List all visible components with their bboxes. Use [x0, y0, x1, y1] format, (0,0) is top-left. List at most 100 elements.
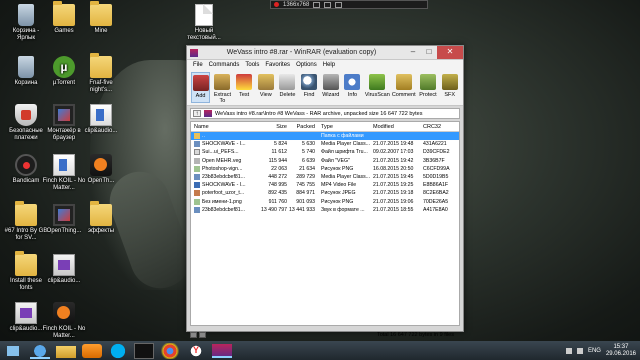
- column-type[interactable]: Type: [315, 122, 371, 131]
- file-packed-cell: [287, 132, 315, 140]
- camera-icon[interactable]: [335, 1, 343, 8]
- add-label: Add: [195, 93, 206, 99]
- wizard-button[interactable]: Wizard: [321, 72, 340, 103]
- sfx-button[interactable]: SFX: [440, 72, 459, 103]
- desktop-shortcut[interactable]: эффекты: [79, 201, 123, 235]
- desktop-shortcut[interactable]: OpenTh...: [79, 154, 123, 185]
- file-packed-cell: 745 755: [296, 182, 315, 189]
- clock[interactable]: 15:37 29.06.2016: [606, 344, 636, 358]
- file-name-cell: Open MEHR.veg: [191, 157, 261, 165]
- file-packed-cell: 6 639: [302, 157, 315, 164]
- file-row[interactable]: Sui...ui_PEFS... 11 612 5 740 Файл шрифта T…: [191, 148, 459, 156]
- comment-button[interactable]: Comment: [392, 72, 416, 103]
- start-icon[interactable]: [4, 343, 24, 359]
- skype-icon[interactable]: [108, 342, 128, 359]
- menu-favorites[interactable]: Favorites: [265, 60, 290, 70]
- file-type-cell: Media Player Class...: [321, 141, 371, 148]
- file-type-cell: MP4 Video File: [321, 182, 357, 189]
- file-row[interactable]: SHOCKWAVE - I... 748 995 745 755 MP4 Video …: [191, 181, 459, 189]
- network-icon[interactable]: [565, 347, 572, 354]
- file-explorer-icon[interactable]: [56, 345, 76, 358]
- view-button[interactable]: View: [256, 72, 275, 103]
- file-crc-cell: D39CFDE2: [423, 149, 450, 156]
- path-bar[interactable]: ↑ WeVass intro #8.rar\Intro #8 WeVass - …: [190, 108, 460, 119]
- test-icon: [236, 74, 253, 90]
- file-list[interactable]: Name Size Packed Type Modified CRC32 .. П…: [190, 121, 460, 326]
- desktop-shortcut[interactable]: clip&audio...: [79, 104, 123, 135]
- bandicam-icon[interactable]: [134, 342, 154, 359]
- column-size[interactable]: Size: [261, 122, 287, 131]
- minimize-button[interactable]: –: [405, 46, 421, 59]
- pause-icon[interactable]: [313, 1, 321, 8]
- file-type-cell: Папка с файлами: [321, 133, 364, 139]
- file-row[interactable]: Photoshop-vign... 22 063 21 634 Рисунок PNG…: [191, 165, 459, 173]
- file-row[interactable]: poterfoot_uzor_t... 892 435 884 971 Рисунок…: [191, 189, 459, 197]
- stop-icon[interactable]: [324, 1, 332, 8]
- drive-icon[interactable]: [190, 332, 197, 338]
- file-row[interactable]: Open MEHR.veg 115 944 6 639 Файл "VEG" 21.07…: [191, 157, 459, 165]
- add-button[interactable]: Add: [191, 72, 211, 103]
- menu-tools[interactable]: Tools: [245, 60, 259, 70]
- up-folder-icon[interactable]: ↑: [193, 110, 201, 117]
- chrome-icon[interactable]: [160, 342, 180, 359]
- view-label: View: [259, 92, 272, 98]
- file-type-cell: Media Player Class...: [321, 173, 371, 180]
- desktop-shortcut-label: эффекты: [87, 228, 115, 234]
- info-icon: [344, 74, 361, 90]
- file-png-icon: [194, 198, 200, 205]
- menu-commands[interactable]: Commands: [209, 60, 240, 70]
- language-indicator[interactable]: ENG: [588, 348, 601, 354]
- extract-to-button[interactable]: Extract To: [213, 72, 232, 104]
- menu-file[interactable]: File: [193, 60, 203, 70]
- file-png-icon: [194, 165, 200, 172]
- key-icon[interactable]: [199, 332, 206, 338]
- volume-icon[interactable]: [576, 347, 583, 354]
- winrar-icon[interactable]: [212, 343, 232, 358]
- column-crc32[interactable]: CRC32: [419, 122, 459, 131]
- extract-icon: [214, 74, 231, 90]
- desktop-shortcut-label: Mine: [94, 28, 108, 34]
- file-row[interactable]: .. Папка с файлами: [191, 132, 459, 141]
- desktop-shortcut[interactable]: Mine: [79, 1, 123, 35]
- menu-options[interactable]: Options: [296, 60, 317, 70]
- internet-explorer-icon[interactable]: [30, 342, 50, 359]
- folder-icon: [90, 53, 112, 78]
- delete-button[interactable]: Delete: [278, 72, 297, 103]
- desktop-shortcut[interactable]: Finch KOIL - No Matter...: [42, 302, 86, 340]
- file-row[interactable]: 23b83ebdcbef81... 448 272 289 729 Media Pla…: [191, 173, 459, 181]
- menu-bar: File Commands Tools Favorites Options He…: [187, 60, 463, 70]
- column-packed[interactable]: Packed: [287, 122, 315, 131]
- film-icon: [53, 104, 75, 126]
- info-button[interactable]: Info: [343, 72, 362, 103]
- virusscan-button[interactable]: VirusScan: [365, 72, 390, 103]
- desktop-shortcut[interactable]: Новый текстовый...: [182, 4, 226, 42]
- menu-help[interactable]: Help: [323, 60, 335, 70]
- comment-label: Comment: [391, 92, 416, 98]
- title-bar[interactable]: WeVass intro #8.rar - WinRAR (evaluation…: [187, 46, 463, 60]
- file-row[interactable]: Без имени-1.png 911 760 901 093 Рисунок PNG…: [191, 198, 459, 206]
- file-row[interactable]: 23b83ebdcbef81... 13 490 797 13 441 933 Зву…: [191, 206, 459, 214]
- media-player-icon[interactable]: [82, 343, 102, 358]
- file-name: Open MEHR.veg: [202, 157, 242, 164]
- column-modified[interactable]: Modified: [371, 122, 419, 131]
- virusscan-icon: [368, 74, 385, 90]
- delete-icon: [279, 74, 296, 90]
- maximize-button[interactable]: □: [421, 46, 437, 59]
- file-row[interactable]: SHOCKWAVE - I... 5 824 5 630 Media Player C…: [191, 140, 459, 148]
- find-button[interactable]: Find: [300, 72, 319, 103]
- file-packed-cell: 13 441 933: [289, 206, 315, 213]
- file-name: SHOCKWAVE - I...: [202, 141, 246, 148]
- file-size-cell: 115 944: [268, 157, 287, 164]
- test-button[interactable]: Test: [235, 72, 254, 103]
- desktop-shortcut[interactable]: Fnaf-five night's...: [79, 53, 123, 94]
- close-button[interactable]: ✕: [437, 46, 463, 59]
- desktop-shortcut[interactable]: clip&audio...: [42, 254, 86, 285]
- file-rows: .. Папка с файлами SHOCKWAVE - I... 5 824 5 …: [191, 132, 459, 214]
- yandex-icon[interactable]: [186, 342, 206, 359]
- klite-icon: [90, 154, 112, 176]
- file-size-cell: 5 824: [274, 141, 287, 148]
- file-name: Sui...ui_PEFS...: [202, 149, 239, 156]
- file-type-cell: Рисунок JPEG: [321, 190, 356, 197]
- protect-button[interactable]: Protect: [419, 72, 438, 103]
- column-name[interactable]: Name: [191, 122, 261, 131]
